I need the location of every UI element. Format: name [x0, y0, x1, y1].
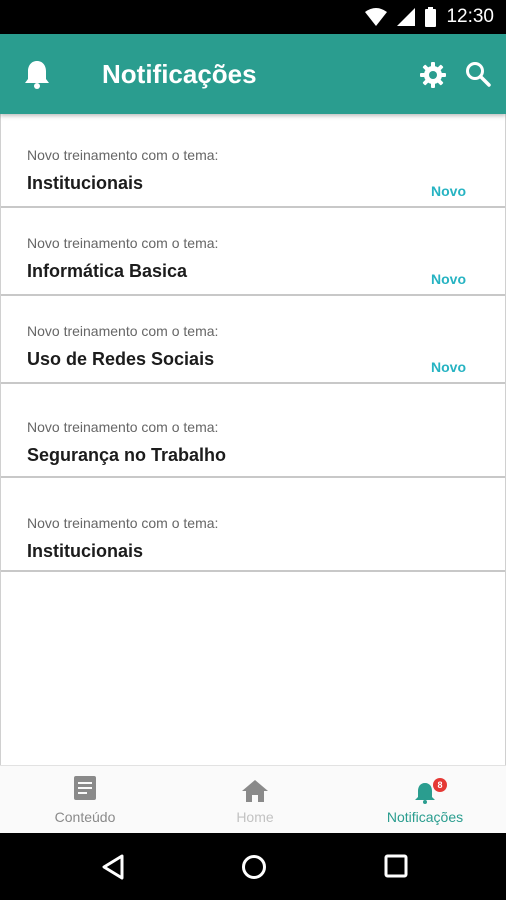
recents-icon[interactable] [384, 854, 408, 878]
wifi-icon [365, 8, 388, 26]
notification-topic: Institucionais [27, 173, 144, 193]
list-item[interactable]: Novo treinamento com o tema: Institucion… [1, 478, 505, 572]
system-nav-bar [0, 833, 506, 900]
nav-item-home[interactable]: Home [200, 766, 310, 834]
nav-label-home: Home [236, 809, 274, 825]
notification-topic: Uso de Redes Sociais [27, 349, 215, 369]
status-bar: 12:30 [0, 0, 506, 34]
nav-label-notificacoes: Notificações [386, 809, 464, 825]
notification-subtitle: Novo treinamento com o tema: [27, 235, 219, 251]
nav-item-conteudo[interactable]: Conteúdo [30, 766, 140, 834]
new-badge: Novo [431, 271, 466, 287]
status-time: 12:30 [446, 6, 494, 27]
bell-icon: 8 [415, 778, 447, 809]
notification-topic: Segurança no Trabalho [27, 445, 227, 465]
new-badge: Novo [431, 359, 466, 375]
nav-item-notificacoes[interactable]: 8 Notificações [370, 766, 480, 834]
home-circle-icon[interactable] [241, 854, 267, 880]
back-icon[interactable] [101, 854, 125, 880]
list-item[interactable]: Novo treinamento com o tema: Institucion… [1, 114, 505, 208]
notification-topic: Institucionais [27, 541, 144, 561]
notification-subtitle: Novo treinamento com o tema: [27, 323, 219, 339]
battery-icon [425, 7, 437, 27]
list-item[interactable]: Novo treinamento com o tema: Informática… [1, 202, 505, 296]
notification-subtitle: Novo treinamento com o tema: [27, 419, 219, 435]
notification-subtitle: Novo treinamento com o tema: [27, 147, 219, 163]
page-title: Notificações [102, 59, 257, 89]
list-item[interactable]: Novo treinamento com o tema: Segurança n… [1, 384, 505, 478]
app-bar: Notificações [0, 34, 506, 114]
list-item[interactable]: Novo treinamento com o tema: Uso de Rede… [1, 290, 505, 384]
search-icon[interactable] [465, 61, 491, 92]
notification-topic: Informática Basica [27, 261, 188, 281]
document-icon [74, 776, 96, 805]
signal-icon [397, 8, 416, 26]
notification-count-badge: 8 [433, 778, 447, 792]
new-badge: Novo [431, 183, 466, 199]
bell-icon[interactable] [24, 59, 50, 94]
gear-icon[interactable] [420, 62, 446, 93]
nav-label-conteudo: Conteúdo [54, 809, 116, 825]
bottom-nav: Conteúdo Home 8 Notificações [0, 765, 506, 833]
home-icon [242, 780, 268, 807]
notification-list: Novo treinamento com o tema: Institucion… [0, 114, 506, 765]
notification-subtitle: Novo treinamento com o tema: [27, 515, 219, 531]
